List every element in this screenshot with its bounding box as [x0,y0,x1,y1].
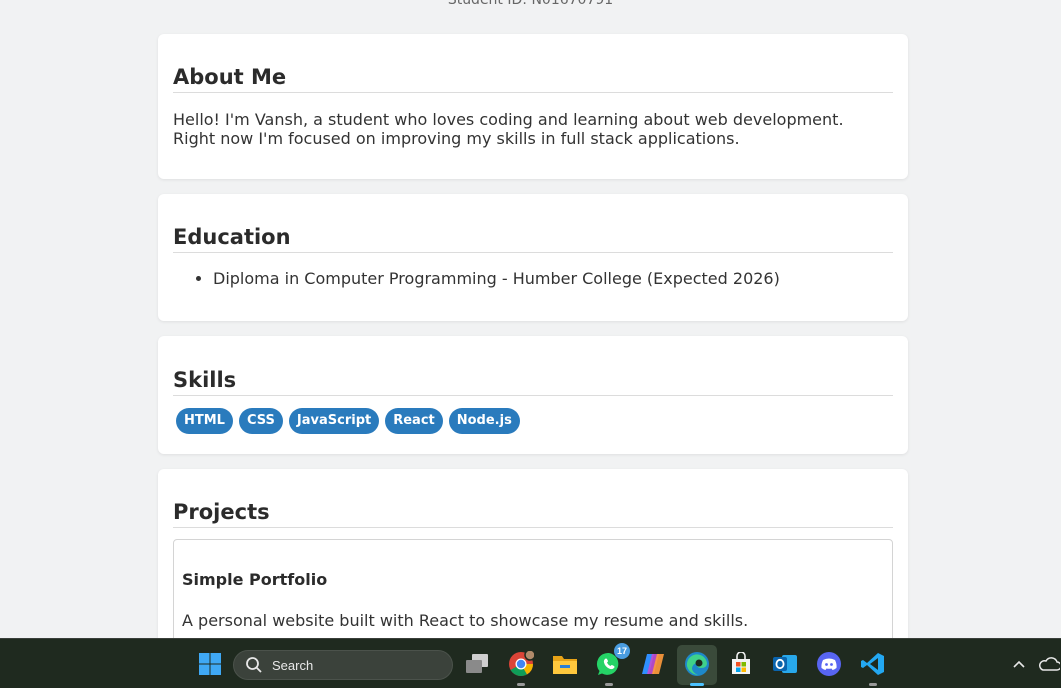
education-title: Education [173,225,893,253]
microsoft-store-icon[interactable] [726,649,756,679]
whatsapp-icon[interactable]: 17 [594,643,630,686]
education-list: Diploma in Computer Programming - Humber… [173,269,893,289]
about-title: About Me [173,65,893,93]
onedrive-icon[interactable] [1036,649,1061,679]
discord-icon[interactable] [814,649,844,679]
skill-badge-javascript: JavaScript [288,408,380,434]
about-card: About Me Hello! I'm Vansh, a student who… [158,34,908,179]
student-id: Student ID: N01670791 [447,0,614,8]
edge-icon[interactable] [682,649,712,679]
education-item: Diploma in Computer Programming - Humber… [213,269,893,289]
taskbar-search-box[interactable]: Search [233,650,453,680]
projects-card: Projects Simple Portfolio A personal web… [158,469,908,638]
project-card: Simple Portfolio A personal website buil… [173,539,893,638]
active-app-indicator [690,683,704,686]
windows-start-icon[interactable] [195,649,225,679]
task-view-icon[interactable] [462,649,492,679]
chrome-icon[interactable] [506,649,536,686]
search-icon [246,657,262,673]
notification-badge: 17 [614,643,630,659]
vscode-icon[interactable] [858,649,888,686]
copilot-icon[interactable] [638,649,668,679]
search-label: Search [272,657,314,673]
skill-badge-html: HTML [176,408,233,434]
skill-badge-css: CSS [238,408,283,434]
taskbar: Search 17 [0,638,1061,688]
file-explorer-icon[interactable] [550,649,580,679]
outlook-icon[interactable] [770,649,800,679]
project-description: A personal website built with React to s… [182,611,749,630]
skill-list: HTML CSS JavaScript React Node.js [173,408,893,434]
projects-title: Projects [173,500,893,528]
chevron-up-icon[interactable] [1004,649,1034,679]
project-name: Simple Portfolio [182,570,328,589]
skills-card: Skills HTML CSS JavaScript React Node.js [158,336,908,454]
portfolio-page: Student ID: N01670791 About Me Hello! I'… [0,0,1061,638]
skill-badge-react: React [385,408,443,434]
education-card: Education Diploma in Computer Programmin… [158,194,908,321]
about-text: Hello! I'm Vansh, a student who loves co… [173,110,844,148]
skill-badge-nodejs: Node.js [448,408,520,434]
skills-title: Skills [173,368,893,396]
